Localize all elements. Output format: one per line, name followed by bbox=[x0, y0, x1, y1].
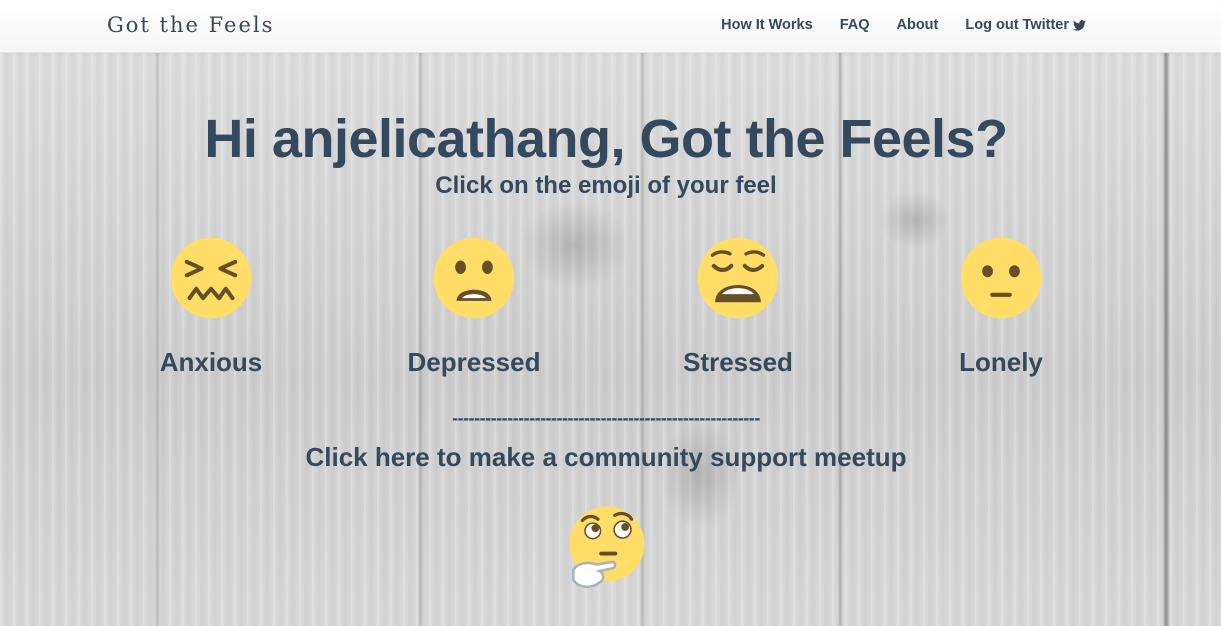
page-subtitle: Click on the emoji of your feel bbox=[435, 172, 777, 199]
divider: ----------------------------------------… bbox=[452, 408, 760, 428]
weary-face-icon bbox=[697, 237, 779, 319]
nav-about[interactable]: About bbox=[897, 17, 939, 33]
feel-label-lonely: Lonely bbox=[959, 347, 1043, 377]
main-content: Hi anjelicathang, Got the Feels? Click o… bbox=[0, 52, 1221, 626]
navbar: Got the Feels How It Works FAQ About Log… bbox=[0, 0, 1221, 53]
logout-label: Log out Twitter bbox=[965, 17, 1069, 33]
nav-how-it-works[interactable]: How It Works bbox=[721, 17, 813, 33]
page-title: Hi anjelicathang, Got the Feels? bbox=[204, 109, 1008, 169]
feel-anxious[interactable]: Anxious bbox=[111, 235, 311, 379]
anguished-face-icon bbox=[433, 237, 515, 319]
thinking-face-icon[interactable] bbox=[565, 505, 649, 593]
feel-depressed[interactable]: Depressed bbox=[374, 235, 574, 379]
twitter-icon bbox=[1073, 19, 1086, 31]
feel-stressed[interactable]: Stressed bbox=[638, 235, 838, 379]
feel-label-depressed: Depressed bbox=[407, 347, 541, 377]
confounded-face-icon bbox=[170, 237, 252, 319]
feel-lonely[interactable]: Lonely bbox=[901, 235, 1101, 379]
feel-label-anxious: Anxious bbox=[159, 347, 263, 377]
feel-label-stressed: Stressed bbox=[683, 347, 793, 377]
nav-links: How It Works FAQ About Log out Twitter bbox=[721, 17, 1086, 33]
brand-logo[interactable]: Got the Feels bbox=[107, 13, 274, 37]
nav-logout-twitter[interactable]: Log out Twitter bbox=[965, 17, 1086, 33]
community-meetup-link[interactable]: Click here to make a community support m… bbox=[0, 440, 1212, 474]
nav-faq[interactable]: FAQ bbox=[840, 17, 870, 33]
neutral-face-icon bbox=[960, 237, 1042, 319]
